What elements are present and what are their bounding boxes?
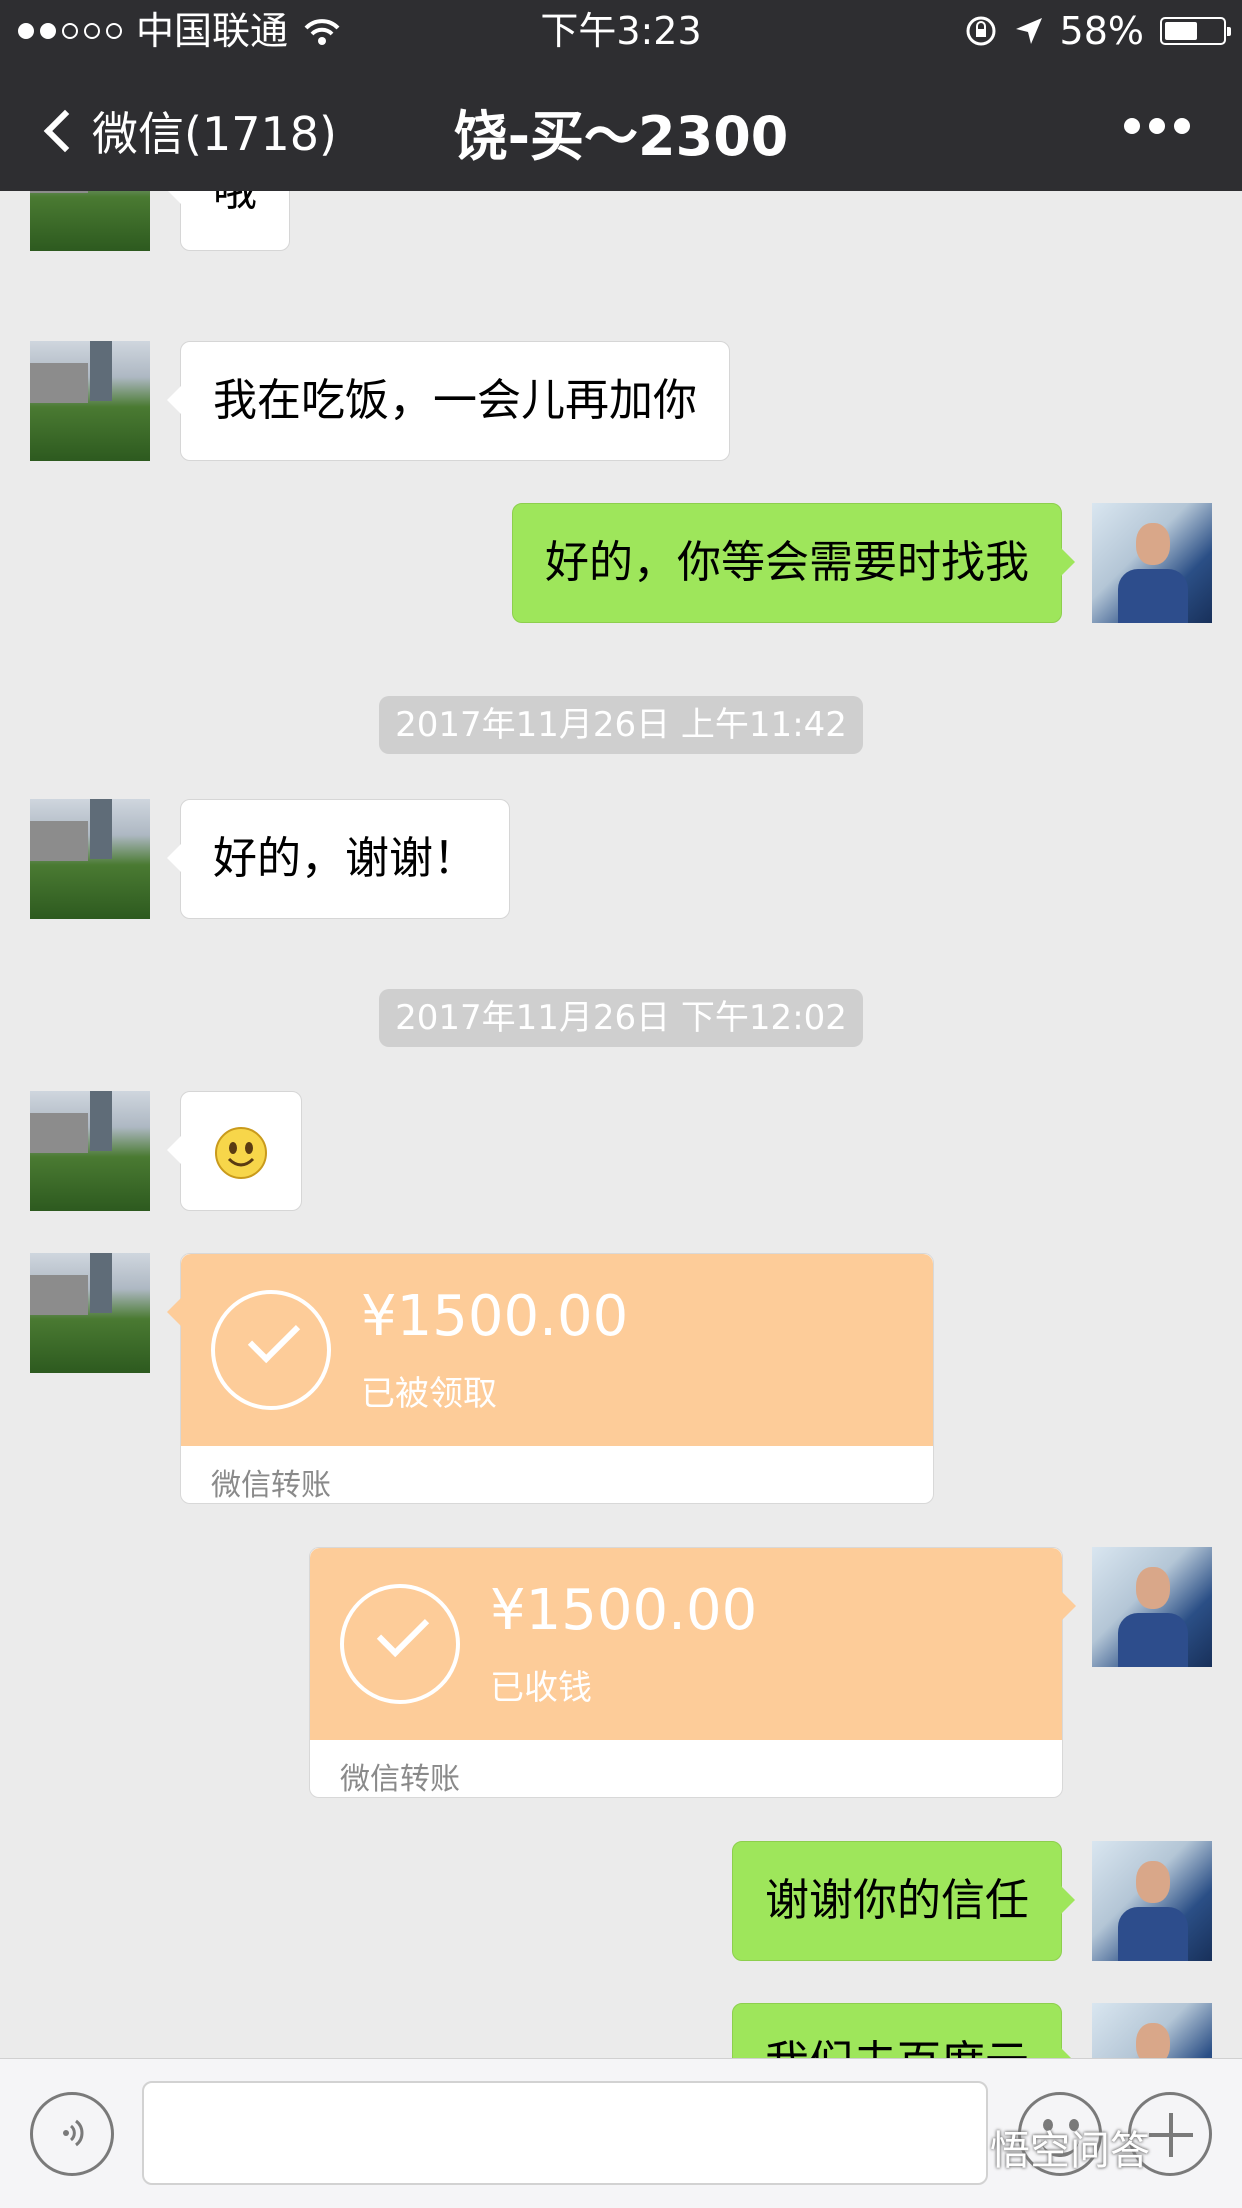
transfer-footer: 微信转账 xyxy=(211,1468,331,1503)
smiley-emoji-icon xyxy=(215,1127,267,1179)
timestamp: 2017年11月26日 下午12:02 xyxy=(0,989,1242,1047)
battery-percent: 58% xyxy=(1059,9,1144,53)
my-avatar[interactable] xyxy=(1092,503,1212,623)
transfer-amount: ¥1500.00 xyxy=(361,1284,629,1349)
top-bar: 中国联通 下午3:23 58% 微信(1718) 饶-买～2300 xyxy=(0,0,1242,191)
message-bubble[interactable]: 哦 xyxy=(167,191,290,251)
contact-avatar[interactable] xyxy=(30,191,150,251)
status-bar: 中国联通 下午3:23 58% xyxy=(0,0,1242,62)
check-circle-icon xyxy=(340,1584,460,1704)
transfer-status: 已收钱 xyxy=(490,1668,592,1708)
location-icon xyxy=(1015,18,1042,44)
transfer-status: 已被领取 xyxy=(361,1374,497,1414)
message-bubble[interactable]: 我在吃饭，一会儿再加你 xyxy=(167,341,730,461)
my-avatar[interactable] xyxy=(1092,1841,1212,1961)
transfer-card[interactable]: ¥1500.00 已收钱 微信转账 xyxy=(309,1547,1076,1798)
contact-avatar[interactable] xyxy=(30,1253,150,1373)
chat-area[interactable]: 哦 我在吃饭，一会儿再加你 好的，你等会需要时找我 2017年11月26日 上午… xyxy=(0,191,1242,2058)
message-bubble[interactable]: 我们去百度云 xyxy=(732,2003,1075,2058)
contact-avatar[interactable] xyxy=(30,1091,150,1211)
message-bubble[interactable]: 好的，你等会需要时找我 xyxy=(512,503,1075,623)
my-avatar[interactable] xyxy=(1092,2003,1212,2058)
rotation-lock-icon xyxy=(966,16,996,46)
chat-title: 饶-买～2300 xyxy=(453,105,789,168)
voice-button[interactable] xyxy=(30,2092,114,2176)
my-avatar[interactable] xyxy=(1092,1547,1212,1667)
more-icon xyxy=(1124,118,1140,134)
message-input[interactable] xyxy=(142,2081,988,2185)
transfer-amount: ¥1500.00 xyxy=(490,1578,758,1643)
contact-avatar[interactable] xyxy=(30,341,150,461)
message-bubble[interactable]: 好的，谢谢！ xyxy=(167,799,510,919)
transfer-card[interactable]: ¥1500.00 已被领取 微信转账 xyxy=(167,1253,934,1504)
watermark: 悟空问答 xyxy=(990,2128,1150,2174)
transfer-footer: 微信转账 xyxy=(340,1762,460,1797)
battery-icon xyxy=(1160,17,1231,45)
emoji-message[interactable] xyxy=(167,1091,302,1211)
voice-icon xyxy=(63,2119,84,2147)
more-button[interactable] xyxy=(1124,118,1190,134)
nav-bar: 微信(1718) 饶-买～2300 xyxy=(0,62,1242,191)
check-circle-icon xyxy=(211,1290,331,1410)
timestamp: 2017年11月26日 上午11:42 xyxy=(0,696,1242,754)
message-bubble[interactable]: 谢谢你的信任 xyxy=(732,1841,1075,1961)
contact-avatar[interactable] xyxy=(30,799,150,919)
